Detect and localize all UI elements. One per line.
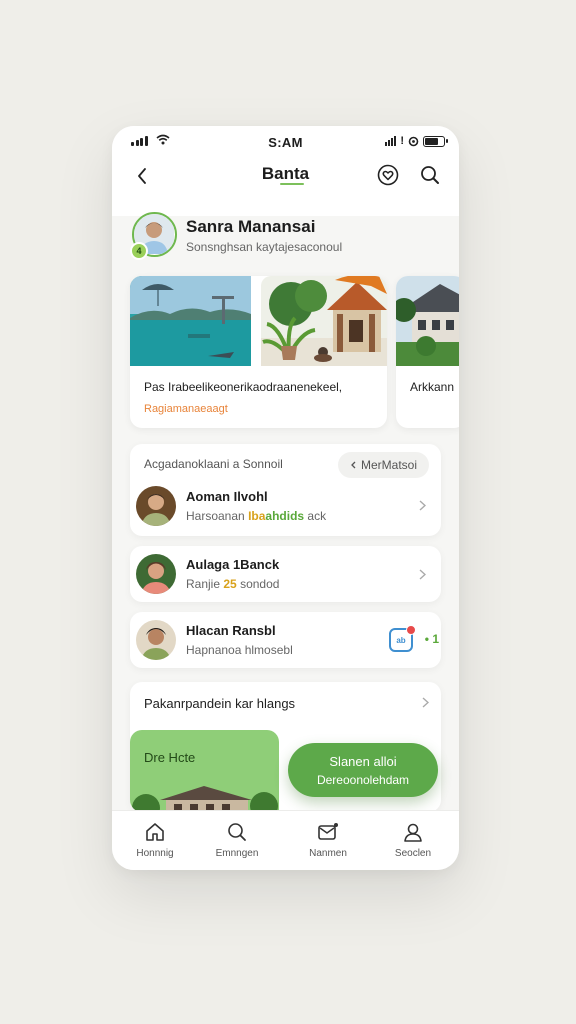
contact-description: Hapnanoa hlmosebl [186,643,293,657]
top-app-bar: Banta [112,158,459,216]
promo-card-green[interactable]: Dre Hcte [130,730,279,812]
tab-label: Honnnig [136,848,174,859]
featured-card-lake[interactable]: Pas Irabeelikeonerikaodraanenekeel, Ragi… [130,276,387,428]
contact-description: Harsoanan Ibaahdids ack [186,509,327,523]
contact-row-2[interactable]: Aulaga 1Banck Ranjie 25 sondod [130,546,441,602]
lake-image [130,276,251,366]
home-icon [146,823,164,841]
tab-profile[interactable]: Seoclen [370,811,456,870]
tab-label: Seoclen [394,848,432,859]
title-underline [280,183,304,185]
notification-dot [406,625,416,635]
featured-card-subtitle: Ragiamanaeaagt [144,403,228,415]
contact-name: Aoman Ilvohl [186,489,268,504]
hotspot-icon [408,136,419,146]
status-alert-text: ! [400,135,404,147]
battery-icon [423,135,448,147]
promo-house-image [132,786,278,812]
promo-card-title: Dre Hcte [144,750,196,765]
tab-label: Emnngen [215,848,259,859]
bottom-tab-bar: Honnnig Emnngen Nanmen Seoclen [112,810,459,870]
profile-name: Sanra Manansai [186,217,316,236]
chevron-right-icon [415,567,429,581]
tab-messages[interactable]: Nanmen [285,811,371,870]
phone-screen: S:AM ! Banta 4 Sanra Manansai Sonsnghsan… [112,126,459,870]
profile-avatar[interactable]: 4 [130,212,177,260]
heart-icon [377,164,399,186]
chevron-right-icon [415,498,429,512]
contact-photo [136,486,176,526]
profile-icon [404,823,422,842]
tab-label: Nanmen [309,848,347,859]
cellular-icon [385,136,397,146]
contact-description: Ranjie 25 sondod [186,577,280,591]
primary-cta-button[interactable]: Slanen alloi Dereoonolehdam [288,743,438,797]
promo-title: Pakanrpandein kar hlangs [144,696,296,711]
avatar-badge: 4 [130,242,148,260]
app-badge-icon[interactable]: ab [389,625,416,652]
contact-row-1[interactable]: Aoman Ilvohl Harsoanan Ibaahdids ack [130,474,441,536]
search-icon [421,166,439,184]
contact-photo [136,620,176,660]
chevron-right-icon [422,697,429,708]
cta-label: Slanen alloi [329,754,397,769]
tropical-house-image [261,276,387,366]
cta-sublabel: Dereoonolehdam [316,773,410,787]
contact-mini-status: • 1 [424,632,439,646]
search-button[interactable] [415,160,445,190]
featured-card-caption-2: Arkkann [410,380,455,394]
status-bar: S:AM ! [112,126,459,158]
page-title: Banta [261,164,310,183]
favorite-button[interactable] [373,160,403,190]
search-icon [228,823,246,841]
mail-icon [318,823,338,840]
contact-name: Aulaga 1Banck [186,557,280,572]
profile-handle: Sonsnghsan kaytajesaconoul [186,240,343,254]
tab-home[interactable]: Honnnig [112,811,198,870]
featured-card-house[interactable]: Arkkann [396,276,459,428]
featured-card-caption: Pas Irabeelikeonerikaodraanenekeel, [144,380,343,394]
featured-carousel[interactable]: Pas Irabeelikeonerikaodraanenekeel, Ragi… [130,276,459,428]
contact-name: Hlacan Ransbl [186,623,276,638]
contact-row-3[interactable]: Hlacan Ransbl Hapnanoa hlmosebl ab • 1 [130,612,441,668]
profile-header[interactable]: 4 Sanra Manansai Sonsnghsan kaytajesacon… [130,212,452,264]
suggestions-heading: Acgadanoklaani a Sonnoil [144,457,283,471]
see-more-label: MerMatsoi [360,458,417,472]
status-right: ! [385,135,448,147]
tab-search[interactable]: Emnngen [194,811,280,870]
chevron-left-small-icon [351,461,356,469]
colonial-house-image [396,276,459,366]
contact-photo [136,554,176,594]
